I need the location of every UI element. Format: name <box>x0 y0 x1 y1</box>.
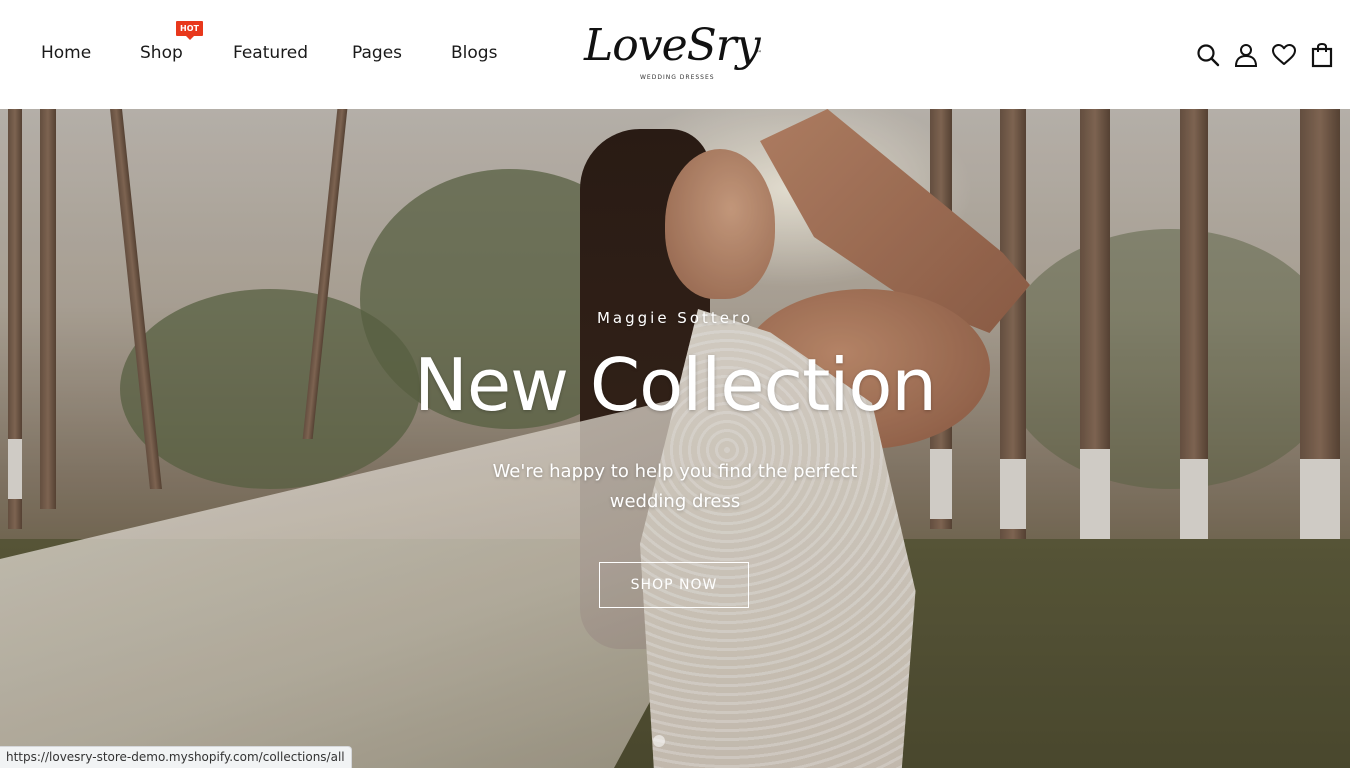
hero-brand: Maggie Sottero <box>596 309 754 327</box>
shop-now-button[interactable]: SHOP NOW <box>599 562 749 608</box>
nav-item-blogs[interactable]: Blogs <box>451 43 497 63</box>
account-icon[interactable] <box>1232 40 1260 70</box>
site-header: Home Shop HOT Featured Pages Blogs LoveS… <box>0 0 1350 109</box>
status-bar-url: https://lovesry-store-demo.myshopify.com… <box>0 746 352 768</box>
brand-logo[interactable]: LoveSry ™ WEDDING DRESSES <box>580 20 770 88</box>
nav-item-shop[interactable]: Shop <box>140 43 183 63</box>
nav-item-featured[interactable]: Featured <box>233 43 308 63</box>
search-icon[interactable] <box>1194 40 1222 70</box>
logo-wordmark: LoveSry <box>584 20 761 71</box>
hero-description: We're happy to help you find the perfect… <box>492 461 858 512</box>
nav-item-home[interactable]: Home <box>41 43 91 63</box>
hero-overlay <box>0 109 1350 768</box>
hero-banner: Maggie Sottero New Collection We're happ… <box>0 109 1350 768</box>
hot-badge: HOT <box>176 21 203 40</box>
hero-title: New Collection <box>413 343 937 427</box>
slide-dot[interactable] <box>653 735 665 747</box>
logo-subtitle: WEDDING DRESSES <box>640 74 715 81</box>
wishlist-heart-icon[interactable] <box>1270 40 1298 70</box>
logo-trademark: ™ <box>756 50 762 57</box>
nav-item-pages[interactable]: Pages <box>352 43 402 63</box>
cart-bag-icon[interactable] <box>1308 40 1336 70</box>
